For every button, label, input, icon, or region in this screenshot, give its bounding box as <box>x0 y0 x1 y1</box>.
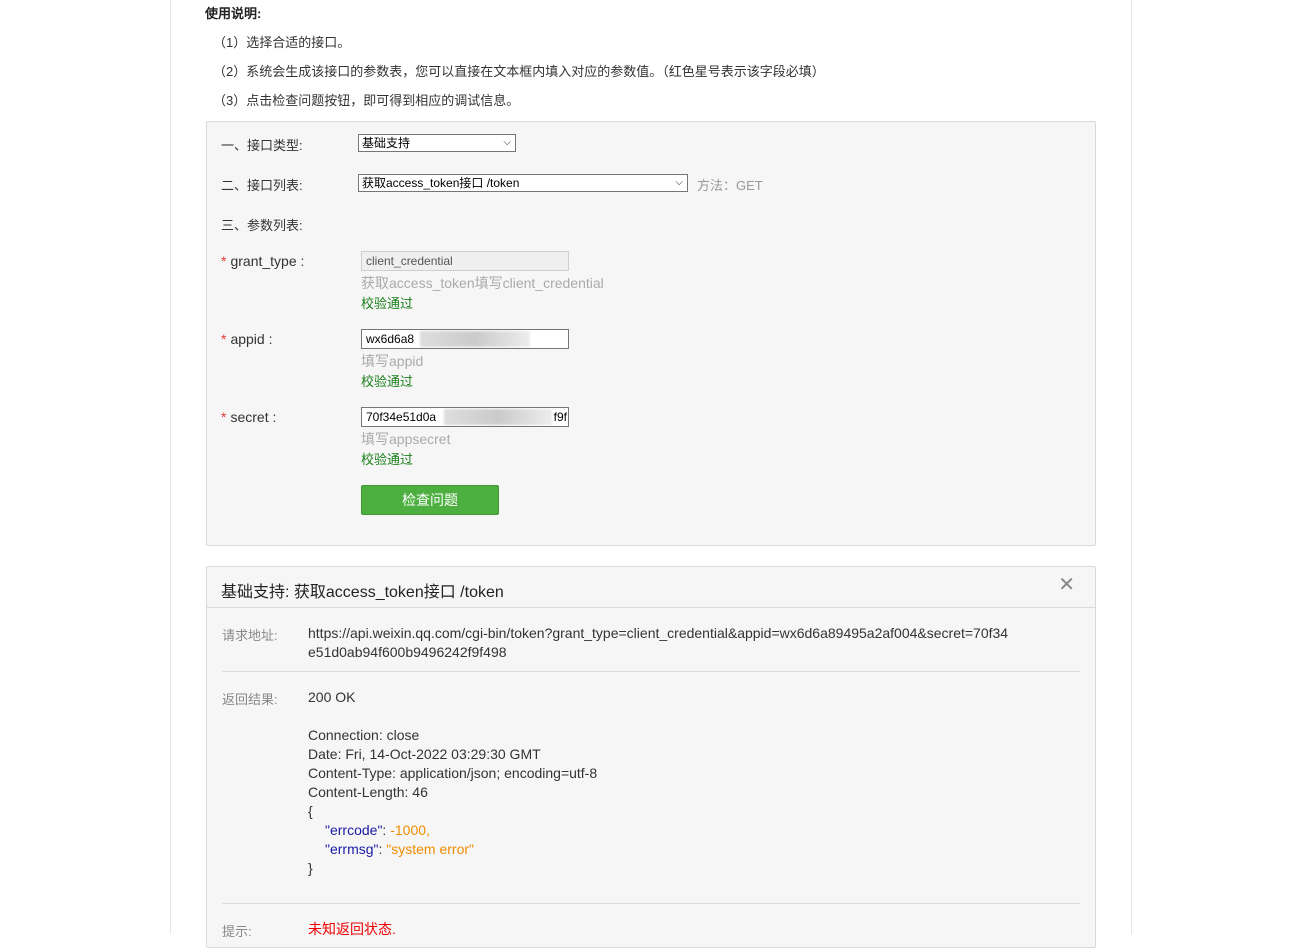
redaction-blur <box>420 331 530 347</box>
check-problem-button[interactable]: 检查问题 <box>361 485 499 515</box>
grant-type-value: client_credential <box>366 254 453 268</box>
redaction-blur <box>444 409 552 425</box>
response-header-line: Content-Type: application/json; encoding… <box>308 765 598 781</box>
request-url-line-1: https://api.weixin.qq.com/cgi-bin/token?… <box>308 625 1009 641</box>
result-panel: 基础支持: 获取access_token接口 /token ✕ 请求地址: ht… <box>206 566 1096 948</box>
json-errmsg-line: "errmsg": "system error" <box>325 841 475 857</box>
required-mark: * <box>221 331 227 347</box>
appid-hint: 填写appid <box>361 353 424 369</box>
json-value: -1000, <box>390 822 430 838</box>
request-url: https://api.weixin.qq.com/cgi-bin/token?… <box>308 624 1088 662</box>
param-name-grant-type: * grant_type : <box>221 253 304 269</box>
method-text: 方法：GET <box>697 178 763 193</box>
response-body: Connection: close Date: Fri, 14-Oct-2022… <box>308 726 597 878</box>
secret-input[interactable]: 70f34e51d0a f9f <box>361 407 569 427</box>
secret-value-suffix: f9f <box>553 410 567 424</box>
tip-text: 未知返回状态. <box>308 921 396 937</box>
json-close-brace: } <box>308 860 313 876</box>
divider <box>222 671 1080 672</box>
response-header-line: Content-Length: 46 <box>308 784 428 800</box>
tip-label: 提示: <box>222 924 252 939</box>
required-mark: * <box>221 409 227 425</box>
param-name-label: grant_type : <box>230 253 305 269</box>
response-label: 返回结果: <box>222 692 278 707</box>
request-label: 请求地址: <box>222 628 278 643</box>
appid-input[interactable]: wx6d6a8 <box>361 329 569 349</box>
appid-value: wx6d6a8 <box>366 332 415 346</box>
chevron-down-icon: ⌵ <box>675 177 683 188</box>
grant-type-input[interactable]: client_credential <box>361 251 569 271</box>
params-label: 三、参数列表: <box>221 218 303 233</box>
interface-list-label: 二、接口列表: <box>221 178 303 193</box>
param-name-appid: * appid : <box>221 331 273 347</box>
response-header-line: Connection: close <box>308 727 420 743</box>
secret-value: 70f34e51d0a <box>366 410 437 424</box>
instruction-step-1: （1）选择合适的接口。 <box>213 35 351 50</box>
response-status: 200 OK <box>308 689 356 705</box>
grant-type-status: 校验通过 <box>361 296 414 311</box>
response-header-line: Date: Fri, 14-Oct-2022 03:29:30 GMT <box>308 746 541 762</box>
secret-hint: 填写appsecret <box>361 431 451 447</box>
param-name-label: secret : <box>230 409 277 425</box>
required-mark: * <box>221 253 227 269</box>
json-key: "errmsg" <box>325 841 379 857</box>
secret-status: 校验通过 <box>361 452 414 467</box>
json-errcode-line: "errcode": -1000, <box>325 822 430 838</box>
json-value: "system error" <box>386 841 475 857</box>
close-icon[interactable]: ✕ <box>1058 572 1075 597</box>
instructions-title: 使用说明: <box>205 6 262 21</box>
result-title: 基础支持: 获取access_token接口 /token <box>221 584 504 601</box>
interface-list-value: 获取access_token接口 /token <box>362 176 520 190</box>
param-name-secret: * secret : <box>221 409 276 425</box>
json-key: "errcode" <box>325 822 383 838</box>
interface-type-value: 基础支持 <box>362 136 411 150</box>
param-name-label: appid : <box>230 331 273 347</box>
appid-status: 校验通过 <box>361 374 414 389</box>
interface-type-label: 一、接口类型: <box>221 138 303 153</box>
divider <box>222 903 1080 904</box>
debug-form-panel: 一、接口类型: 基础支持 ⌵ 二、接口列表: 获取access_token接口 … <box>206 121 1096 546</box>
grant-type-hint: 获取access_token填写client_credential <box>361 275 604 291</box>
result-header: 基础支持: 获取access_token接口 /token ✕ <box>207 567 1095 608</box>
instruction-step-3: （3）点击检查问题按钮，即可得到相应的调试信息。 <box>213 93 520 108</box>
instruction-step-2: （2）系统会生成该接口的参数表，您可以直接在文本框内填入对应的参数值。（红色星号… <box>213 64 825 79</box>
chevron-down-icon: ⌵ <box>503 137 511 148</box>
interface-type-select[interactable]: 基础支持 ⌵ <box>358 134 516 152</box>
request-url-line-2: e51d0ab94f600b9496242f9f498 <box>308 644 507 660</box>
interface-list-select[interactable]: 获取access_token接口 /token ⌵ <box>358 174 688 192</box>
json-open-brace: { <box>308 803 313 819</box>
